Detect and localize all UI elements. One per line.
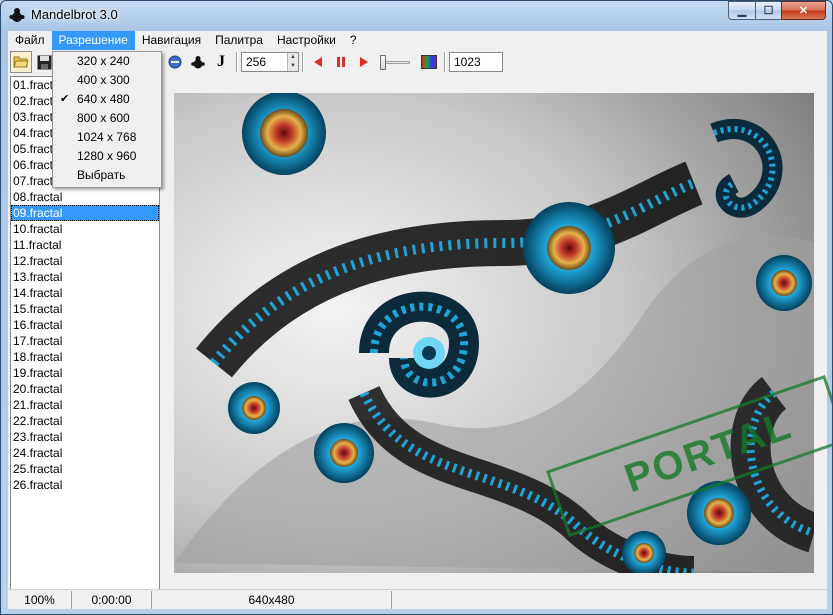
menu-settings[interactable]: Настройки xyxy=(270,31,343,50)
slider-thumb[interactable] xyxy=(380,55,386,70)
resolution-option[interactable]: 1024 x 768 xyxy=(53,128,161,147)
status-zoom: 100% xyxy=(8,591,72,609)
app-window: Mandelbrot 3.0 ▁ ☐ ✕ Файл Разрешение Нав… xyxy=(0,0,833,615)
file-list-item[interactable]: 17.fractal xyxy=(11,333,159,349)
fractal-canvas[interactable] xyxy=(174,93,814,573)
resolution-option[interactable]: 400 x 300 xyxy=(53,71,161,90)
spin-up-icon[interactable]: ▲ xyxy=(288,53,298,62)
julia-mode-button[interactable]: J xyxy=(210,51,232,73)
mandelbrot-app-icon xyxy=(9,8,25,22)
zoom-out-button[interactable] xyxy=(164,51,186,73)
play-forward-icon xyxy=(360,57,368,67)
pause-button[interactable] xyxy=(330,51,352,73)
maximize-icon: ☐ xyxy=(763,5,774,17)
mandelbrot-mode-button[interactable] xyxy=(187,51,209,73)
resolution-option[interactable]: 320 x 240 xyxy=(53,52,161,71)
minimize-button[interactable]: ▁ xyxy=(728,1,755,20)
resolution-option[interactable]: 800 x 600 xyxy=(53,109,161,128)
iterations-value[interactable]: 256 xyxy=(242,53,287,71)
pause-icon xyxy=(337,57,345,67)
toolbar-separator xyxy=(444,52,446,72)
file-list-item[interactable]: 18.fractal xyxy=(11,349,159,365)
file-list-item[interactable]: 14.fractal xyxy=(11,285,159,301)
spin-down-icon[interactable]: ▼ xyxy=(288,62,298,71)
window-title: Mandelbrot 3.0 xyxy=(31,7,118,22)
file-list-item[interactable]: 15.fractal xyxy=(11,301,159,317)
iterations-arrows[interactable]: ▲ ▼ xyxy=(287,53,298,71)
file-list-item[interactable]: 24.fractal xyxy=(11,445,159,461)
resolution-option-label: 800 x 600 xyxy=(77,111,130,125)
menu-navigation[interactable]: Навигация xyxy=(135,31,208,50)
status-empty xyxy=(392,591,827,609)
resolution-option[interactable]: 1280 x 960 xyxy=(53,147,161,166)
color-offset-value[interactable]: 1023 xyxy=(450,53,481,71)
toolbar-separator xyxy=(302,52,304,72)
julia-j-icon: J xyxy=(217,53,225,70)
file-list-item[interactable]: 22.fractal xyxy=(11,413,159,429)
minimize-icon: ▁ xyxy=(737,5,747,17)
mandelbrot-icon xyxy=(191,56,205,69)
maximize-button[interactable]: ☐ xyxy=(755,1,781,20)
resolution-dropdown: 320 x 240 400 x 300 ✔ 640 x 480 800 x 600 102… xyxy=(52,51,162,188)
file-list-item[interactable]: 08.fractal xyxy=(11,189,159,205)
fractal-image xyxy=(174,93,814,573)
file-list-item[interactable]: 09.fractal xyxy=(11,205,159,221)
menu-palette[interactable]: Палитра xyxy=(208,31,270,50)
menu-resolution[interactable]: Разрешение xyxy=(51,31,135,50)
floppy-disk-icon xyxy=(37,55,51,69)
file-list-item[interactable]: 23.fractal xyxy=(11,429,159,445)
resolution-option[interactable]: Выбрать xyxy=(53,166,161,185)
folder-open-icon xyxy=(13,56,29,68)
play-backward-button[interactable] xyxy=(307,51,329,73)
title-bar[interactable]: Mandelbrot 3.0 ▁ ☐ ✕ xyxy=(1,1,832,31)
file-list-item[interactable]: 19.fractal xyxy=(11,365,159,381)
menu-bar: Файл Разрешение Навигация Палитра Настро… xyxy=(8,31,827,50)
file-list-item[interactable]: 10.fractal xyxy=(11,221,159,237)
palette-gradient-icon xyxy=(421,55,437,69)
render-panel xyxy=(165,76,825,590)
file-list-item[interactable]: 11.fractal xyxy=(11,237,159,253)
color-offset-field[interactable]: 1023 xyxy=(449,52,503,72)
file-list-item[interactable]: 13.fractal xyxy=(11,269,159,285)
minus-circle-icon xyxy=(168,55,182,69)
speed-slider[interactable] xyxy=(378,52,412,72)
file-list-item[interactable]: 21.fractal xyxy=(11,397,159,413)
resolution-option[interactable]: ✔ 640 x 480 xyxy=(53,90,161,109)
menu-help[interactable]: ? xyxy=(343,31,364,50)
file-list-item[interactable]: 26.fractal xyxy=(11,477,159,493)
palette-button[interactable] xyxy=(418,51,440,73)
resolution-option-label: Выбрать xyxy=(77,168,126,182)
menu-file[interactable]: Файл xyxy=(8,31,52,50)
iterations-spinner[interactable]: 256 ▲ ▼ xyxy=(241,52,299,72)
file-list-item[interactable]: 20.fractal xyxy=(11,381,159,397)
status-size: 640x480 xyxy=(152,591,392,609)
resolution-option-label: 1280 x 960 xyxy=(77,149,137,163)
resolution-option-label: 400 x 300 xyxy=(77,73,130,87)
toolbar-separator xyxy=(236,52,238,72)
close-icon: ✕ xyxy=(798,5,809,17)
resolution-option-label: 320 x 240 xyxy=(77,54,130,68)
status-bar: 100% 0:00:00 640x480 xyxy=(8,589,827,609)
resolution-option-label: 1024 x 768 xyxy=(77,130,137,144)
status-time: 0:00:00 xyxy=(72,591,152,609)
file-list-item[interactable]: 25.fractal xyxy=(11,461,159,477)
resolution-option-label: 640 x 480 xyxy=(77,92,130,106)
open-button[interactable] xyxy=(10,51,32,73)
file-list-item[interactable]: 16.fractal xyxy=(11,317,159,333)
play-forward-button[interactable] xyxy=(353,51,375,73)
file-list-item[interactable]: 12.fractal xyxy=(11,253,159,269)
checkmark-icon: ✔ xyxy=(60,93,70,105)
close-button[interactable]: ✕ xyxy=(781,1,826,20)
caption-buttons: ▁ ☐ ✕ xyxy=(728,1,826,20)
play-backward-icon xyxy=(314,57,322,67)
